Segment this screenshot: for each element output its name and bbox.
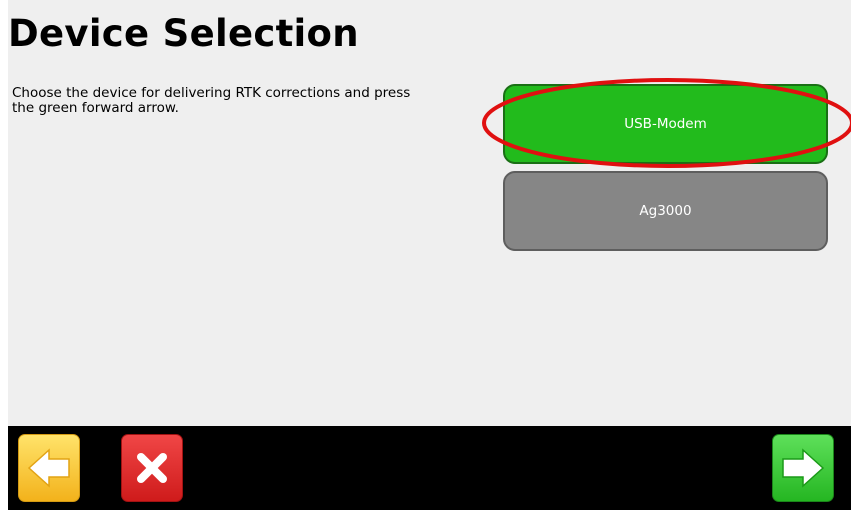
cancel-button[interactable] [121,434,183,502]
device-button-ag3000[interactable]: Ag3000 [503,171,828,251]
forward-button[interactable] [772,434,834,502]
device-button-label: Ag3000 [639,203,692,219]
device-selection-screen: Device Selection Choose the device for d… [0,0,851,510]
device-button-usb-modem[interactable]: USB-Modem [503,84,828,164]
right-arrow-icon [781,448,825,488]
back-button[interactable] [18,434,80,502]
close-x-icon [132,448,172,488]
device-button-label: USB-Modem [624,116,707,132]
instructions-text: Choose the device for delivering RTK cor… [12,85,411,116]
page-title: Device Selection [8,12,359,55]
left-arrow-icon [27,448,71,488]
